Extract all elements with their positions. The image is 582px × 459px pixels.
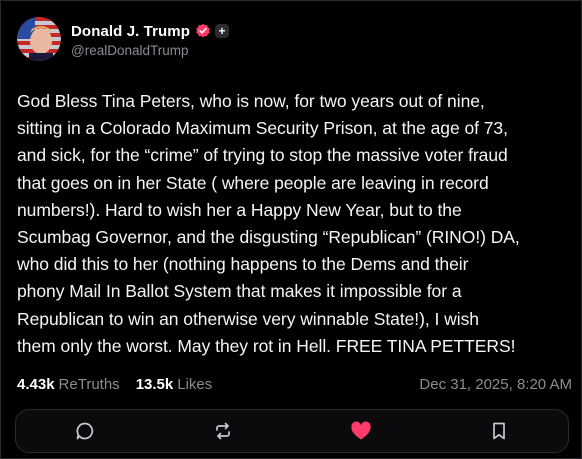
author-info: Donald J. Trump + @realDonaldTrump [71,20,230,58]
retruths-count[interactable]: 4.43k [17,376,55,393]
verified-badge-icon [195,23,211,39]
like-button[interactable] [341,411,381,451]
bookmark-icon [493,422,505,440]
post-text: God Bless Tina Peters, who is now, for t… [17,91,520,356]
retruths-label[interactable]: ReTruths [59,376,120,393]
action-bar [15,409,569,453]
likes-count[interactable]: 13.5k [136,376,174,393]
reply-button[interactable] [65,411,105,451]
post-card: Donald J. Trump + @realDonaldTrump God B… [0,0,582,459]
post-timestamp[interactable]: Dec 31, 2025, 8:20 AM [419,376,572,393]
plus-icon: + [215,24,230,38]
author-name[interactable]: Donald J. Trump [71,23,190,40]
avatar[interactable] [17,17,61,61]
post-stats: 4.43k ReTruths 13.5k Likes [17,376,212,393]
likes-label[interactable]: Likes [177,376,212,393]
bookmark-button[interactable] [479,411,519,451]
retruth-icon [216,422,230,440]
retruth-button[interactable] [203,411,243,451]
author-handle[interactable]: @realDonaldTrump [71,43,229,58]
post-header: Donald J. Trump + @realDonaldTrump [17,17,230,61]
heart-icon [351,421,371,440]
reply-icon [76,422,94,440]
